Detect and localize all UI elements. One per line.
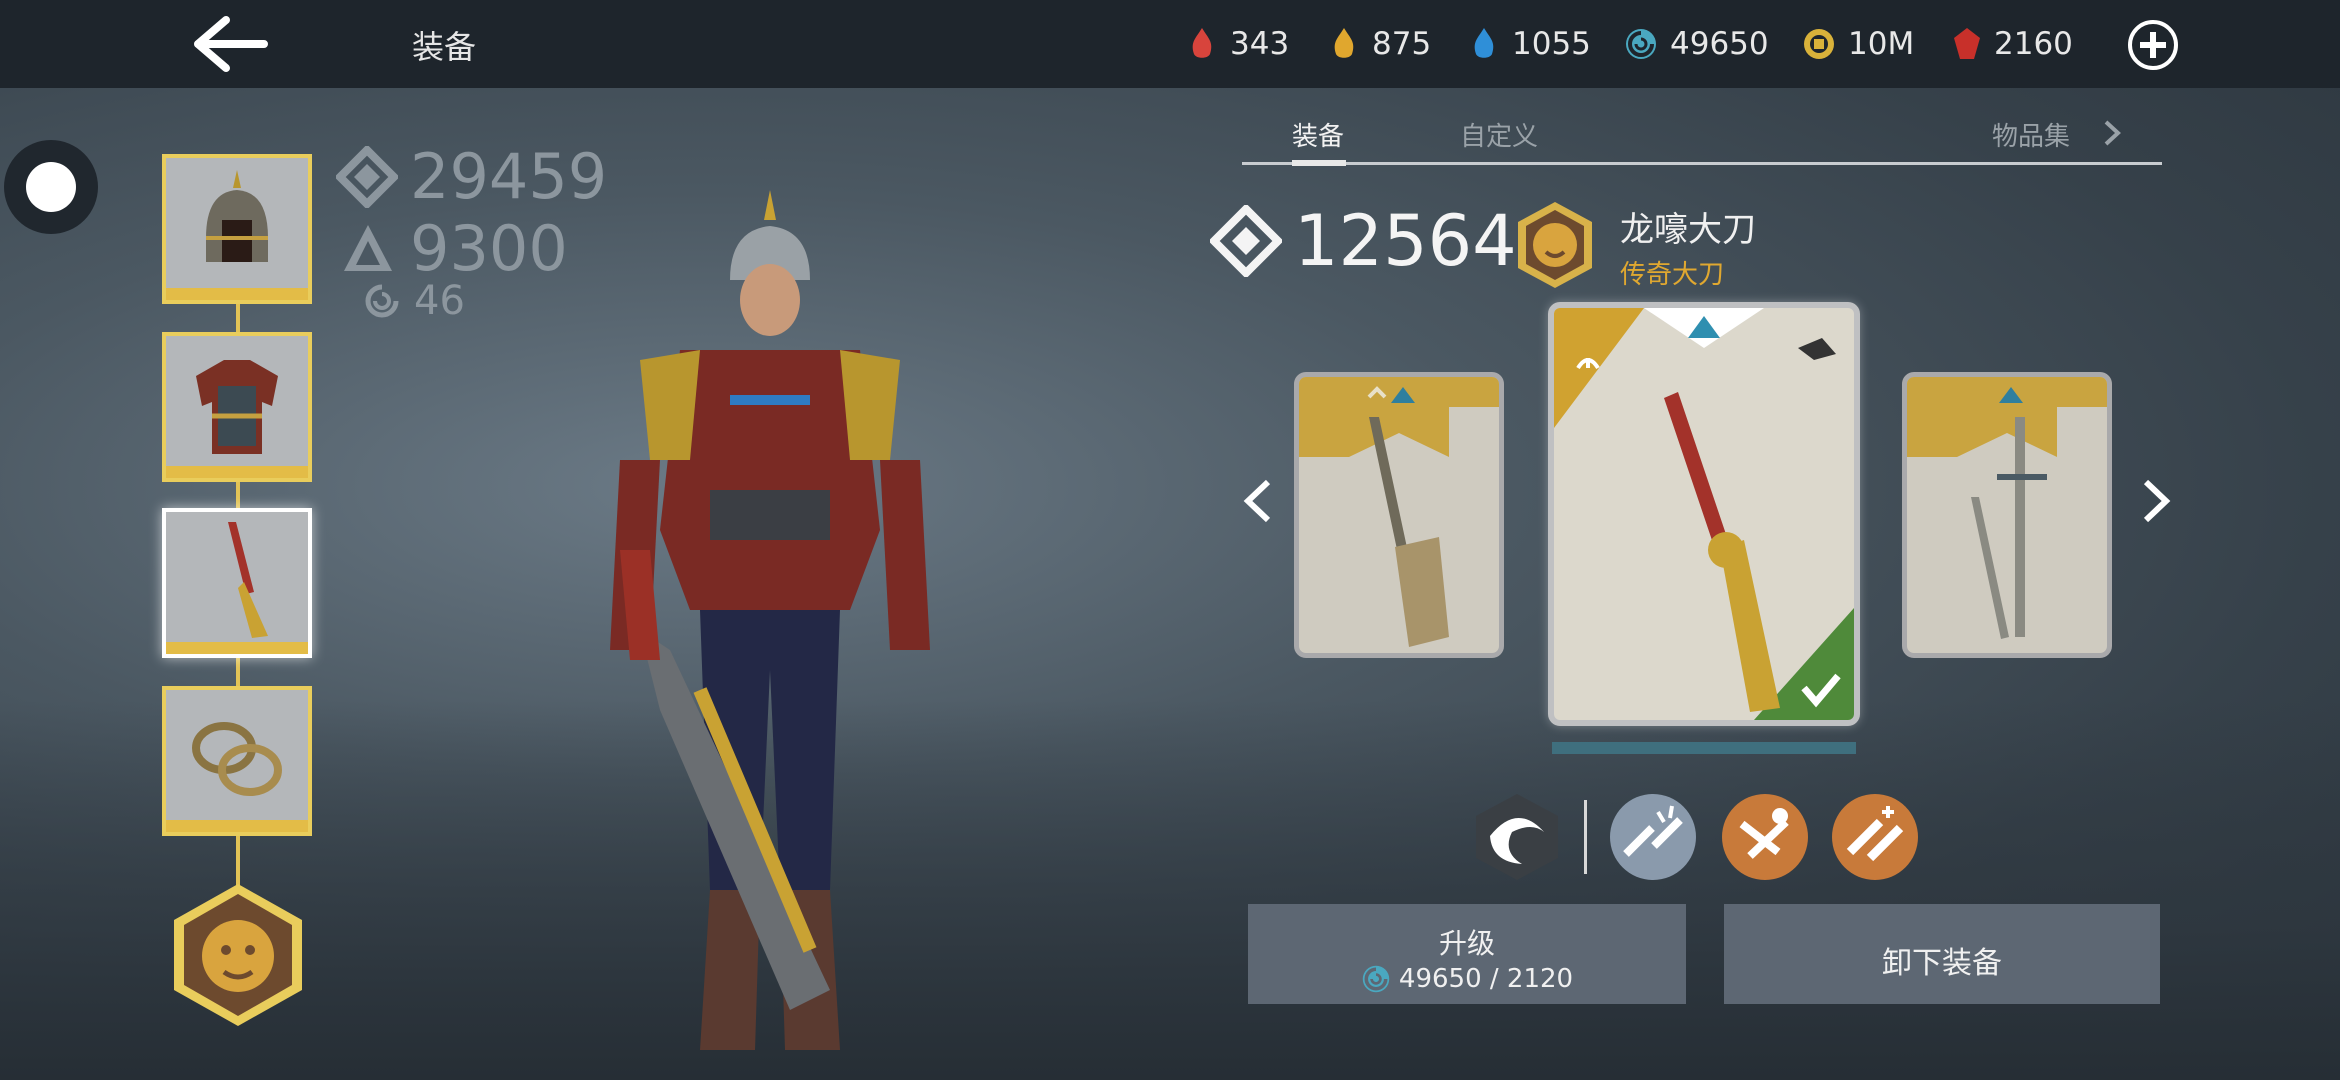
equipment-tabs: 装备 自定义 物品集 — [1242, 110, 2162, 170]
gold-crystal-icon — [1334, 28, 1354, 58]
top-bar: 装备 343 875 1055 49650 10M 2160 — [0, 0, 2340, 88]
weapon-card-equipped[interactable] — [1548, 302, 1860, 726]
tab-underline — [1242, 162, 2162, 165]
slot-bar — [166, 466, 308, 478]
sword-icon — [228, 522, 268, 638]
upgrade-button[interactable]: 升级 49650 / 2120 — [1248, 904, 1686, 1004]
defense-skill-icon[interactable] — [1472, 792, 1562, 882]
secondary-stat: 9300 — [340, 212, 568, 285]
slot-bar — [166, 642, 308, 654]
rings-icon — [192, 722, 282, 796]
unequip-button[interactable]: 卸下装备 — [1724, 904, 2160, 1004]
ruby-icon — [1954, 28, 1980, 59]
currency-red-crystal: 343 — [1186, 22, 1289, 66]
break-skill-icon[interactable] — [1608, 792, 1698, 882]
weapon-card-next[interactable] — [1902, 372, 2112, 658]
add-currency-icon[interactable] — [2126, 18, 2180, 72]
tab-equipment[interactable]: 装备 — [1292, 116, 1344, 153]
unequip-label: 卸下装备 — [1882, 946, 2002, 981]
view-toggle-button[interactable] — [4, 140, 98, 234]
chevron-left-icon[interactable] — [1240, 476, 1274, 526]
upgrade-label: 升级 — [1438, 927, 1495, 960]
weapon-rarity: 传奇大刀 — [1620, 260, 1725, 290]
grapple-skill-icon[interactable] — [1720, 792, 1810, 882]
blue-crystal-icon — [1474, 28, 1494, 58]
coin-icon — [1804, 29, 1834, 59]
double-sword-icon — [1907, 377, 2107, 639]
greatsword-icon — [1299, 377, 1499, 647]
buff-skill-icon[interactable] — [1830, 792, 1920, 882]
fog-floor — [0, 700, 2340, 1080]
tab-collection[interactable]: 物品集 — [1992, 116, 2070, 153]
power-diamond-icon — [336, 145, 398, 208]
page-title: 装备 — [412, 28, 477, 66]
equipped-indicator-bar — [1552, 742, 1856, 754]
back-arrow-icon[interactable] — [190, 14, 270, 74]
swirl-essence-icon — [1626, 29, 1656, 59]
slot-bar — [166, 288, 308, 300]
weapon-power: 12564 — [1210, 200, 1517, 282]
essence-stat: 46 — [364, 278, 465, 324]
slot-rings[interactable] — [162, 686, 312, 836]
slot-weapon[interactable] — [162, 508, 312, 658]
currency-blue-crystal: 1055 — [1468, 22, 1591, 66]
power-diamond-icon — [1210, 205, 1282, 277]
weapon-card-prev[interactable] — [1294, 372, 1504, 658]
red-crystal-icon — [1192, 28, 1212, 58]
triangle-stat-icon — [344, 224, 392, 271]
skill-separator — [1584, 800, 1587, 874]
character-emblem-icon[interactable] — [168, 880, 308, 1030]
chevron-right-icon[interactable] — [2102, 118, 2122, 148]
upgrade-cost: 49650 / 2120 — [1248, 964, 1686, 994]
slot-bar — [166, 820, 308, 832]
currency-ruby: 2160 — [1952, 22, 2073, 66]
slot-armor[interactable] — [162, 332, 312, 482]
toggle-dot-icon — [26, 162, 76, 212]
weapon-name: 龙嚎大刀 — [1620, 210, 1756, 250]
tab-active-indicator — [1292, 160, 1346, 166]
total-power-stat: 29459 — [336, 140, 607, 213]
slot-helmet[interactable] — [162, 154, 312, 304]
character-model — [610, 190, 930, 1050]
currency-gold-crystal: 875 — [1328, 22, 1431, 66]
currency-essence: 49650 — [1624, 22, 1769, 66]
helmet-icon — [206, 170, 268, 262]
currency-coin: 10M — [1802, 22, 1914, 66]
chevron-right-icon[interactable] — [2140, 476, 2174, 526]
guandao-icon — [1554, 308, 1854, 720]
armor-icon — [196, 360, 278, 454]
swirl-essence-icon — [1362, 965, 1390, 993]
tab-customize[interactable]: 自定义 — [1460, 116, 1538, 153]
legendary-emblem-icon — [1518, 202, 1592, 288]
swirl-essence-icon — [365, 284, 399, 318]
